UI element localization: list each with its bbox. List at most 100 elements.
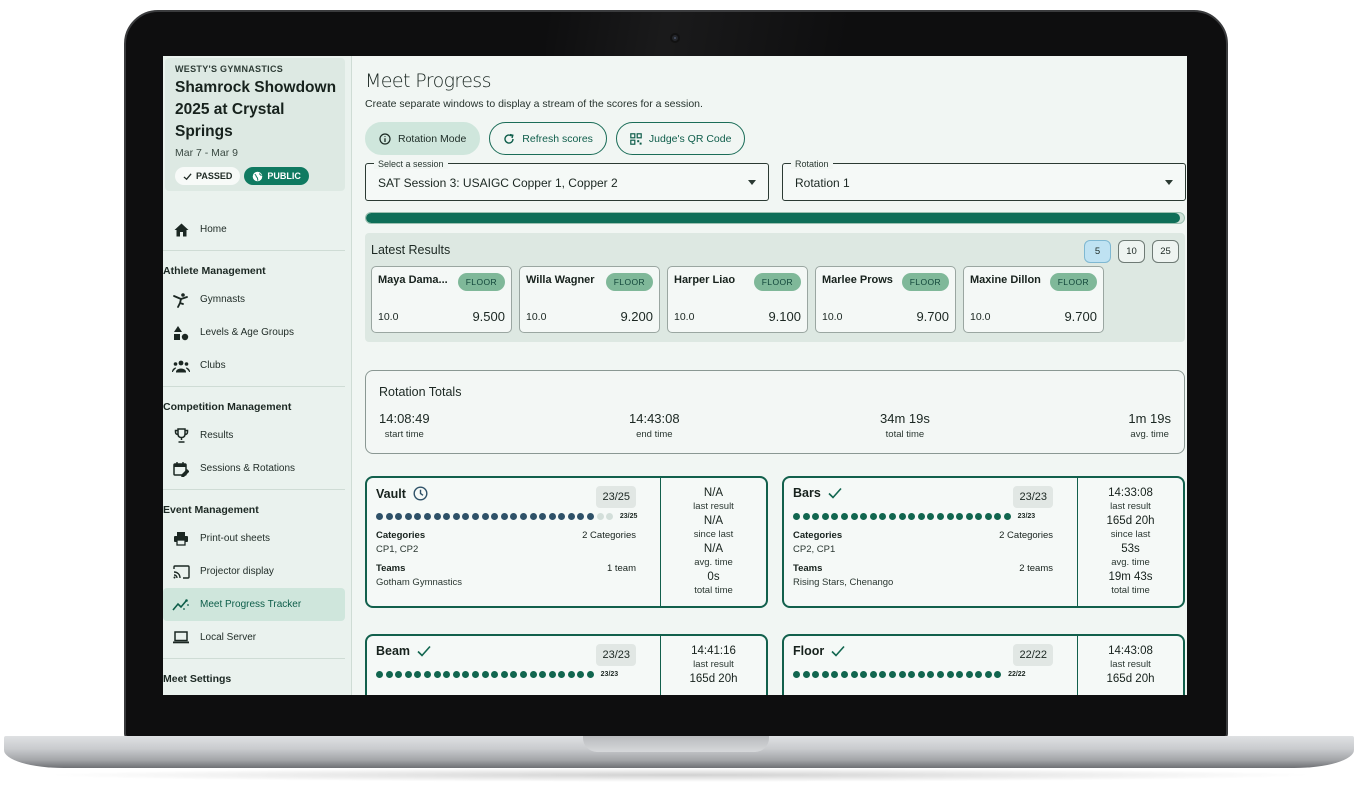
start-value: 10.0 [526,311,547,323]
laptop-notch [583,736,769,752]
routine-dot-complete [860,513,868,520]
nav-results[interactable]: Results [163,419,345,452]
refresh-scores-button[interactable]: Refresh scores [489,122,607,155]
last-result-value: 14:43:08 [1108,645,1153,657]
latest-results-panel: Latest Results 5 10 25 Maya Dama... FLOO… [365,233,1185,342]
event-tag: FLOOR [605,273,653,291]
event-tag: FLOOR [457,273,505,291]
routine-dot-complete [452,513,460,520]
page-size-25[interactable]: 25 [1152,240,1179,263]
routine-dot-complete [443,513,451,520]
event-name: Beam [376,644,411,658]
routine-dot-complete [879,513,887,520]
teams-label: Teams [793,563,823,574]
page-size-5[interactable]: 5 [1084,240,1111,263]
nav-clubs-label: Clubs [200,360,226,371]
categories-label: Categories [793,530,843,541]
nav-printout-label: Print-out sheets [200,533,271,544]
routine-dots: 22/22 [793,671,1026,678]
nav-meet-progress-tracker[interactable]: Meet Progress Tracker [163,588,345,621]
since-last-value: 165d 20h [1106,673,1155,685]
routine-dot-complete [385,513,393,520]
teams-count: 1 team [606,563,636,574]
routine-dot-complete [587,671,595,678]
rotation-mode-button[interactable]: Rotation Mode [365,122,481,155]
routine-dot-complete [821,513,829,520]
routine-dot-complete [395,513,403,520]
routine-dots: 23/23 [376,671,618,678]
meet-dates: Mar 7 - Mar 9 [175,147,239,159]
event-timing: N/A last result N/A since last N/A avg. … [661,478,766,606]
total-time-label: total time [1111,585,1150,596]
result-card[interactable]: Harper Liao FLOOR 10.0 9.100 [667,266,808,333]
routine-dot-complete [831,671,839,678]
routine-dot-complete [587,513,595,520]
event-count-badge: 23/25 [596,486,636,508]
avg-time-stat: 1m 19s avg. time [1128,411,1171,440]
result-card[interactable]: Maxine Dillon FLOOR 10.0 9.700 [963,266,1104,333]
since-last-value: 165d 20h [1106,515,1155,527]
calendar-edit-icon [171,459,191,479]
result-card[interactable]: Marlee Prows FLOOR 10.0 9.700 [815,266,956,333]
routine-dot-complete [917,671,925,678]
routine-dot-complete [821,671,829,678]
routine-dot-complete [529,671,537,678]
routine-dot-complete [965,513,973,520]
routine-dot-complete [879,671,887,678]
event-card-vault[interactable]: Vault 23/25 23/25 Categories 2 Categories… [365,476,768,608]
app-screen: WESTY'S GYMNASTICS Shamrock Showdown 202… [163,56,1187,695]
routine-dot-complete [860,671,868,678]
judges-qr-button[interactable]: Judge's QR Code [615,122,746,155]
nav-levels[interactable]: Levels & Age Groups [163,316,345,349]
end-time-stat: 14:43:08 end time [629,411,680,440]
result-card[interactable]: Maya Dama... FLOOR 10.0 9.500 [371,266,512,333]
section-competition-management: Competition Management [163,401,292,413]
categories-values: CP1, CP2 [376,544,419,555]
avg-time-value: N/A [703,543,724,555]
last-result-label: last result [1110,659,1151,670]
nav-sessions[interactable]: Sessions & Rotations [163,452,345,485]
routine-dot-complete [548,513,556,520]
rotation-progress-bar [365,212,1185,224]
event-card-bars[interactable]: Bars 23/23 23/23 Categories 2 Categories … [782,476,1185,608]
page-size-10[interactable]: 10 [1118,240,1145,263]
nav-clubs[interactable]: Clubs [163,349,345,382]
routine-count-label: 23/23 [1017,513,1036,520]
nav-home[interactable]: Home [163,213,345,246]
routine-dot-complete [471,671,479,678]
routine-dot-complete [443,671,451,678]
public-chip[interactable]: PUBLIC [244,167,309,185]
routine-dot-complete [793,513,800,520]
event-summary: Vault 23/25 23/25 Categories 2 Categories… [367,478,661,606]
score: 9.100 [768,309,801,324]
end-time-value: 14:43:08 [629,411,680,426]
routine-dot-complete [936,671,944,678]
page-title: Meet Progress [365,70,491,92]
routine-dot-complete [567,513,575,520]
groups-icon [171,356,191,376]
routine-dot-complete [840,513,848,520]
since-last-value: N/A [703,515,724,527]
nav-printout[interactable]: Print-out sheets [163,522,345,555]
routine-dot-complete [452,671,460,678]
nav-gymnasts[interactable]: Gymnasts [163,283,345,316]
event-card-floor[interactable]: Floor 22/22 22/22 14:43:08 last result 1… [782,634,1185,695]
routine-dot-complete [869,671,877,678]
last-result-value: 14:33:08 [1108,487,1153,499]
event-card-beam[interactable]: Beam 23/23 23/23 14:41:16 last result 16… [365,634,768,695]
nav-projector[interactable]: Projector display [163,555,345,588]
routine-dot-complete [558,513,566,520]
clock-icon [413,486,428,501]
result-card[interactable]: Willa Wagner FLOOR 10.0 9.200 [519,266,660,333]
nav-local-server[interactable]: Local Server [163,621,345,654]
meet-title: Shamrock Showdown 2025 at Crystal Spring… [175,79,337,140]
event-tag: FLOOR [901,273,949,291]
session-select-value: SAT Session 3: USAIGC Copper 1, Copper 2 [378,176,618,190]
rotation-select[interactable]: Rotation Rotation 1 [782,159,1186,201]
routine-dot-complete [975,513,983,520]
routine-dot-complete [956,513,964,520]
routine-dot-complete [793,671,800,678]
session-select[interactable]: Select a session SAT Session 3: USAIGC C… [365,159,769,201]
avg-time-label: avg. time [1111,557,1150,568]
routine-dot-complete [510,513,518,520]
